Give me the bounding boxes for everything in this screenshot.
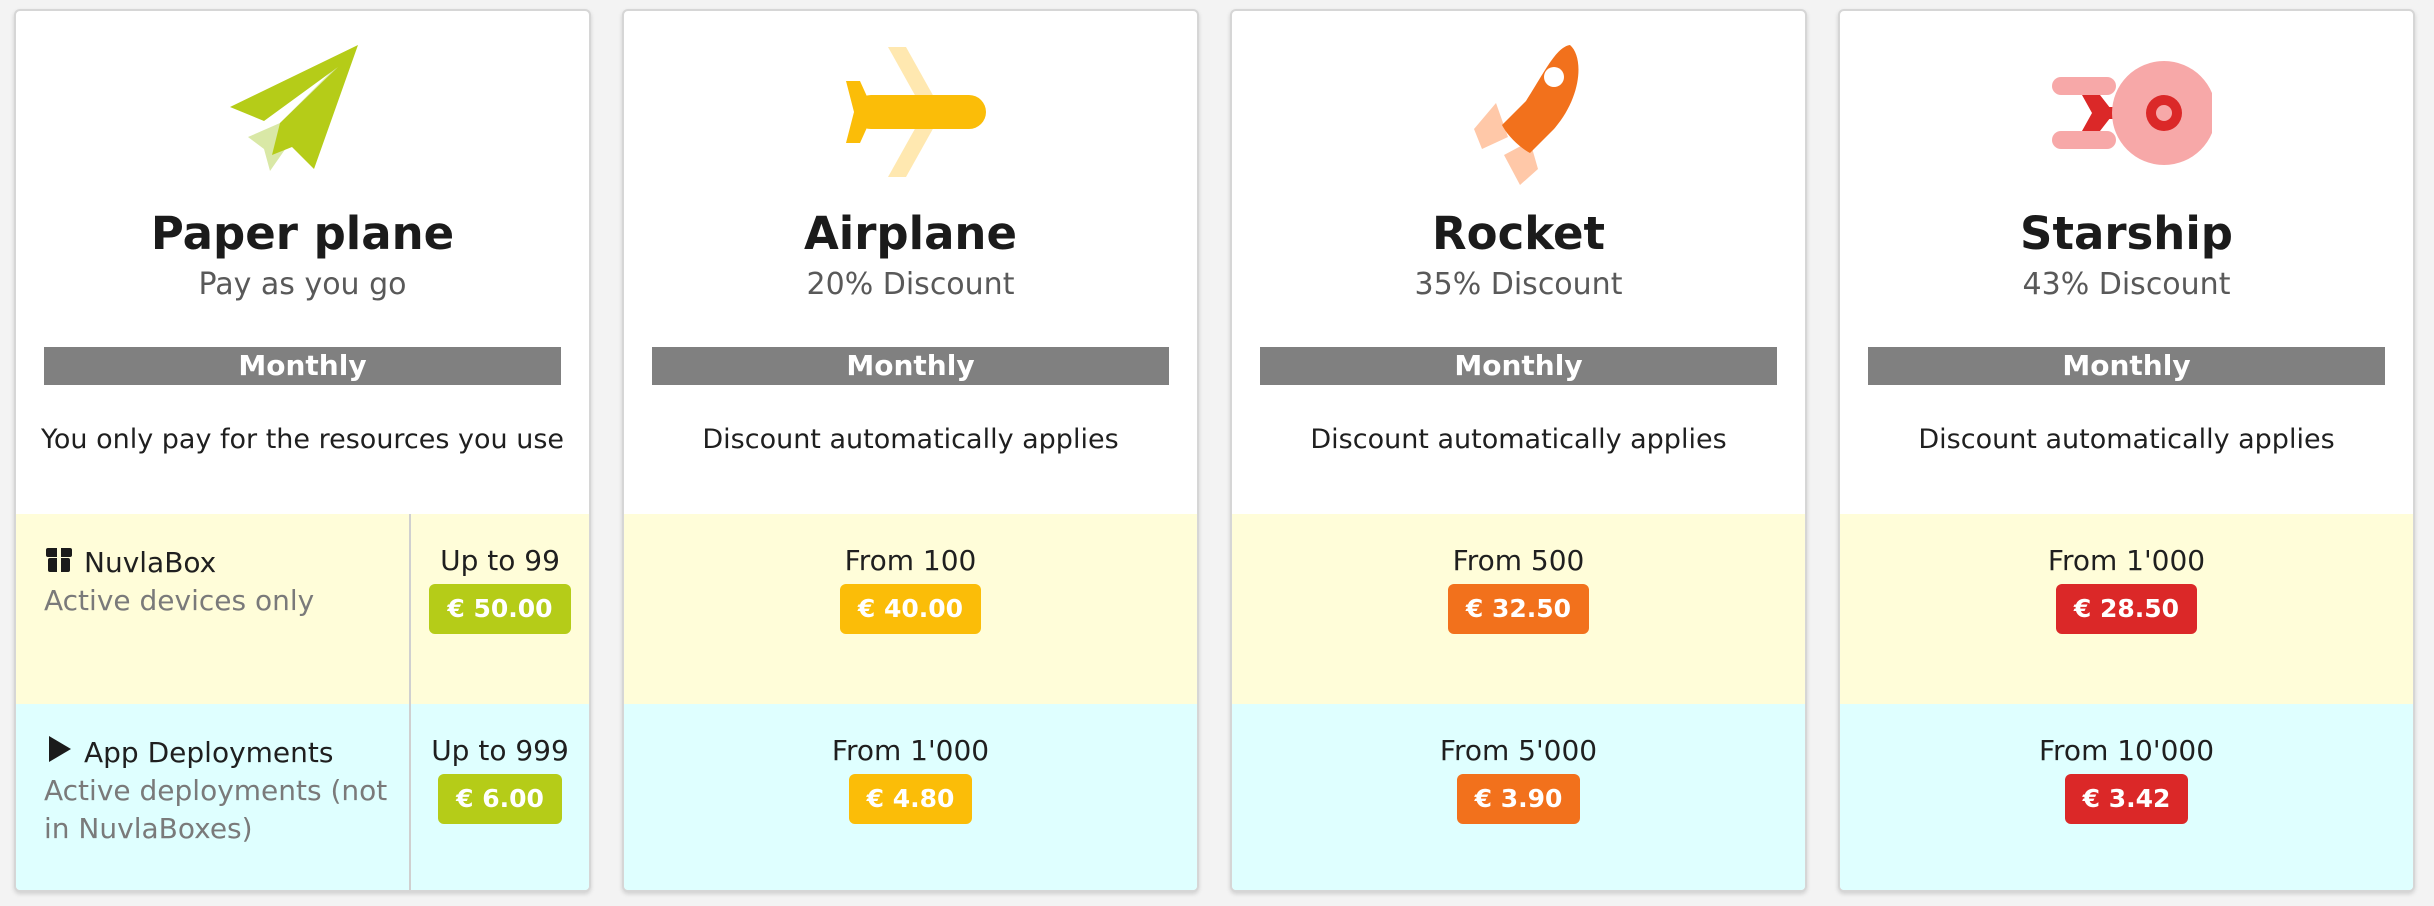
nuvlabox-price-cell: Up to 99 € 50.00	[411, 514, 589, 704]
apps-price-cell: From 10'000 € 3.42	[1840, 704, 2413, 890]
apps-price-label: € 3.42	[2064, 774, 2189, 824]
nuvlabox-price-label: € 40.00	[839, 584, 982, 634]
plan-subtitle: 35% Discount	[1414, 267, 1623, 302]
plan-description: You only pay for the resources you use	[40, 424, 565, 455]
nuvlabox-price-label: € 32.50	[1447, 584, 1590, 634]
plan-card-rocket: Rocket 35% Discount Monthly Discount aut…	[1230, 9, 1807, 892]
plan-card-airplane: Airplane 20% Discount Monthly Discount a…	[622, 9, 1199, 892]
apps-range: From 5'000	[1439, 734, 1598, 767]
nuvlabox-range: Up to 99	[440, 544, 560, 577]
period-bar: Monthly	[652, 347, 1169, 385]
plan-name: Starship	[2020, 207, 2233, 260]
plan-name: Paper plane	[150, 207, 455, 260]
plan-card-paper-plane: Paper plane Pay as you go Monthly You on…	[14, 9, 591, 892]
pricing-cards: Paper plane Pay as you go Monthly You on…	[0, 0, 2434, 906]
paper-plane-icon	[16, 37, 589, 187]
plan-card-starship: Starship 43% Discount Monthly Discount a…	[1838, 9, 2415, 892]
period-bar: Monthly	[1260, 347, 1777, 385]
plan-name: Airplane	[803, 207, 1017, 260]
play-icon	[44, 734, 74, 771]
nuvlabox-price-cell: From 500 € 32.50	[1232, 514, 1805, 704]
plan-description: Discount automatically applies	[1310, 424, 1727, 455]
nuvlabox-row: From 1'000 € 28.50	[1840, 514, 2413, 704]
apps-row: App Deployments Active deployments (not …	[16, 704, 589, 890]
nuvlabox-price-label: € 28.50	[2055, 584, 2198, 634]
plan-description: Discount automatically applies	[1918, 424, 2335, 455]
nuvlabox-row: From 500 € 32.50	[1232, 514, 1805, 704]
apps-price-label: € 3.90	[1456, 774, 1581, 824]
apps-price-cell: From 1'000 € 4.80	[624, 704, 1197, 890]
apps-range: From 1'000	[831, 734, 990, 767]
plan-subtitle: 20% Discount	[806, 267, 1015, 302]
plan-description: Discount automatically applies	[702, 424, 1119, 455]
apps-resource-cell: App Deployments Active deployments (not …	[16, 704, 411, 890]
apps-range: Up to 999	[431, 734, 569, 767]
airplane-icon	[624, 37, 1197, 187]
apps-title-label: App Deployments	[84, 736, 334, 769]
apps-row: From 5'000 € 3.90	[1232, 704, 1805, 890]
apps-price-cell: From 5'000 € 3.90	[1232, 704, 1805, 890]
apps-row: From 1'000 € 4.80	[624, 704, 1197, 890]
starship-icon	[1840, 37, 2413, 187]
plan-subtitle: Pay as you go	[198, 267, 407, 302]
nuvlabox-description: Active devices only	[44, 584, 315, 617]
nuvlabox-price-cell: From 100 € 40.00	[624, 514, 1197, 704]
nuvlabox-title: NuvlaBox	[44, 544, 216, 581]
apps-price-label: € 6.00	[438, 774, 562, 824]
apps-price-cell: Up to 999 € 6.00	[411, 704, 589, 890]
nuvlabox-range: From 100	[844, 544, 977, 577]
apps-range: From 10'000	[2038, 734, 2215, 767]
plan-subtitle: 43% Discount	[2022, 267, 2231, 302]
nuvlabox-price-cell: From 1'000 € 28.50	[1840, 514, 2413, 704]
nuvlabox-price-label: € 50.00	[429, 584, 571, 634]
nuvlabox-row: NuvlaBox Active devices only Up to 99 € …	[16, 514, 589, 704]
nuvlabox-range: From 1'000	[2047, 544, 2206, 577]
nuvlabox-row: From 100 € 40.00	[624, 514, 1197, 704]
nuvlabox-title-label: NuvlaBox	[84, 546, 217, 579]
plan-name: Rocket	[1432, 207, 1605, 260]
nuvlabox-range: From 500	[1452, 544, 1585, 577]
period-bar: Monthly	[44, 347, 561, 385]
box-icon	[44, 544, 74, 581]
apps-title: App Deployments	[44, 734, 333, 771]
rocket-icon	[1232, 37, 1805, 187]
period-bar: Monthly	[1868, 347, 2385, 385]
apps-description: Active deployments (not in NuvlaBoxes)	[44, 774, 388, 845]
nuvlabox-resource-cell: NuvlaBox Active devices only	[16, 514, 411, 704]
apps-price-label: € 4.80	[848, 774, 973, 824]
apps-row: From 10'000 € 3.42	[1840, 704, 2413, 890]
